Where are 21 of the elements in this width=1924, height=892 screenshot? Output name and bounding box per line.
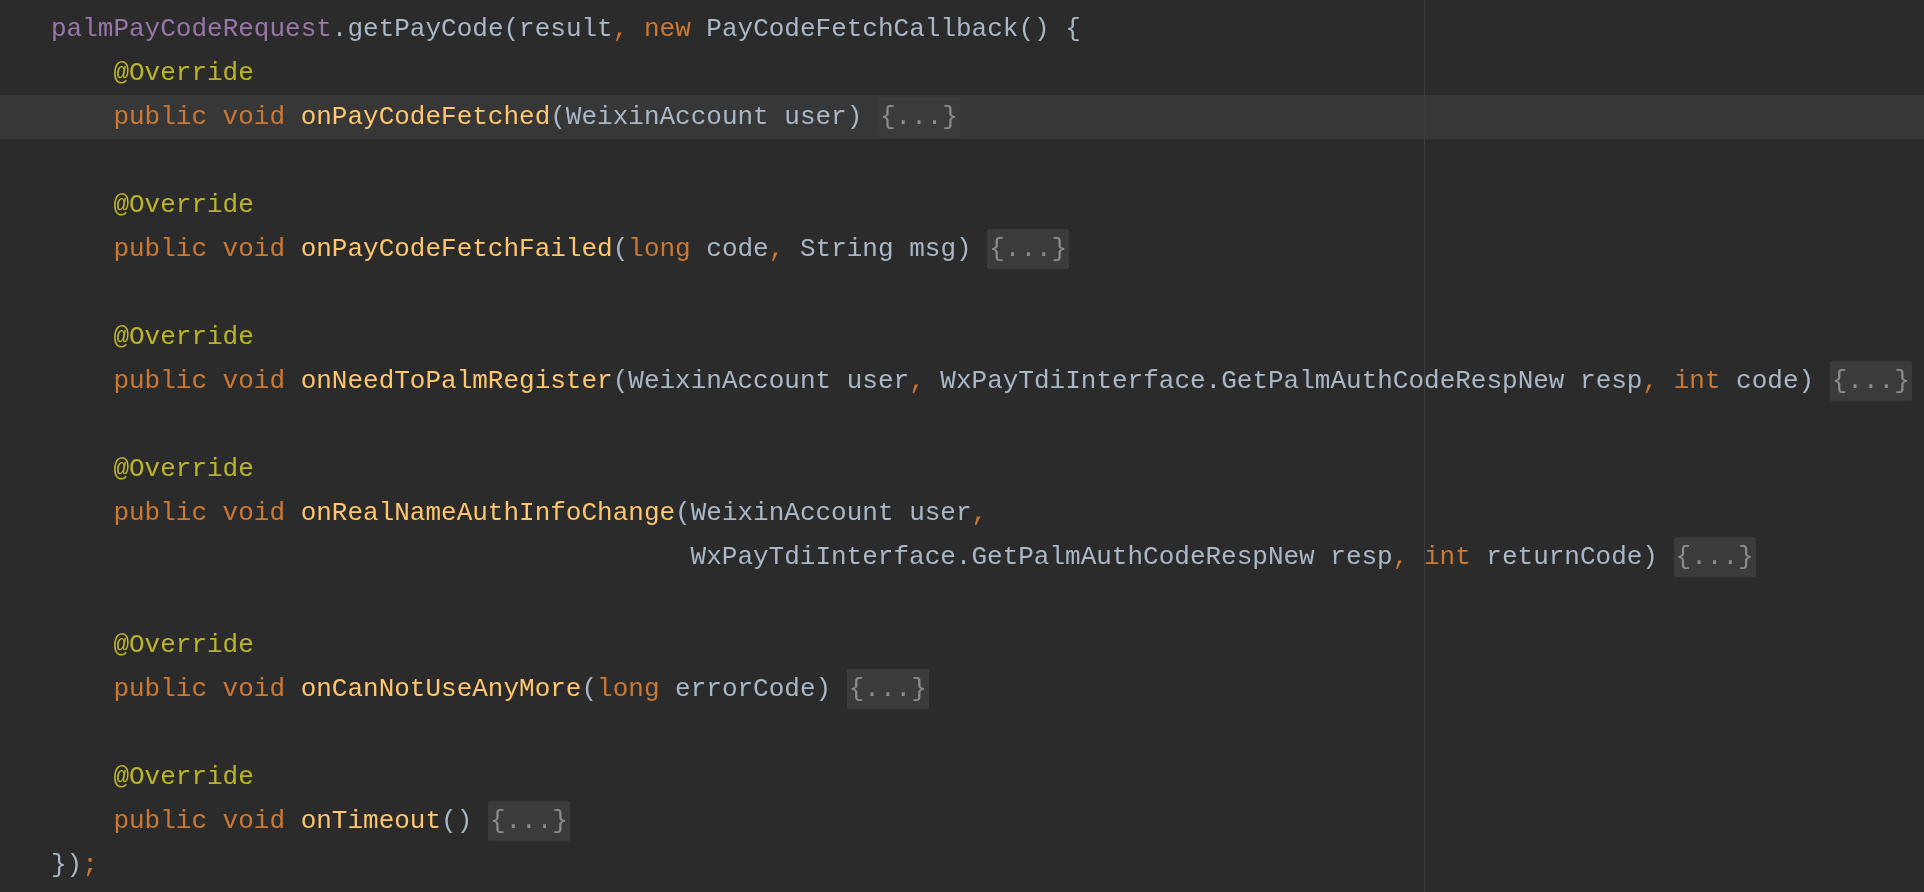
folded-code-button[interactable]: {...}: [877, 97, 960, 137]
code-line: @Override: [113, 321, 254, 354]
code-line: @Override: [113, 453, 254, 486]
code-line: });: [51, 849, 98, 882]
folded-code-button[interactable]: {...}: [846, 669, 929, 709]
code-line: @Override: [113, 189, 254, 222]
code-line: public void onPayCodeFetchFailed(long code, String msg): [113, 233, 973, 266]
folded-code-button[interactable]: {...}: [1829, 361, 1912, 401]
code-line: palmPayCodeRequest.getPayCode(result, new PayCodeFetchCallback() {: [51, 13, 1081, 46]
code-line: WxPayTdiInterface.GetPalmAuthCodeRespNew resp, int returnCode): [690, 541, 1659, 574]
code-line: @Override: [113, 761, 254, 794]
folded-code-button[interactable]: {...}: [487, 801, 570, 841]
code-line: public void onNeedToPalmRegister(WeixinAccount user, WxPayTdiInterface.GetPalmAuthCodeRespNew resp, int code): [113, 365, 1816, 398]
code-line: public void onPayCodeFetched(WeixinAccount user): [113, 101, 864, 134]
folded-code-button[interactable]: {...}: [1673, 537, 1756, 577]
code-line: @Override: [113, 629, 254, 662]
folded-code-button[interactable]: {...}: [987, 229, 1070, 269]
code-line: public void onCanNotUseAnyMore(long errorCode): [113, 673, 833, 706]
code-line: public void onTimeout(): [113, 805, 474, 838]
code-line: @Override: [113, 57, 254, 90]
code-line: public void onRealNameAuthInfoChange(WeixinAccount user,: [113, 497, 988, 530]
